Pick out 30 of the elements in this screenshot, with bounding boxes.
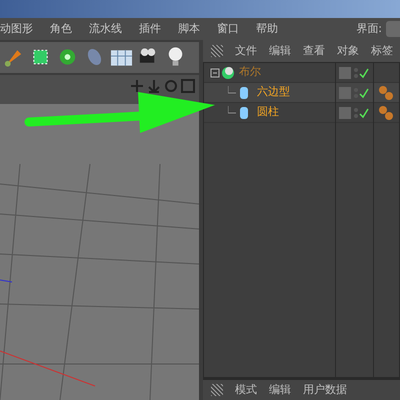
boole-icon	[210, 66, 236, 80]
menu-item[interactable]: 流水线	[89, 20, 131, 38]
object-name[interactable]: 布尔	[238, 64, 261, 81]
menu-item[interactable]: 编辑	[269, 382, 291, 398]
menu-item[interactable]: 编辑	[269, 42, 291, 60]
grip-icon[interactable]	[211, 384, 223, 396]
menu-item[interactable]: 用户数据	[303, 382, 347, 398]
menu-item[interactable]: 帮助	[256, 20, 287, 38]
menu-item[interactable]: 标签	[371, 42, 393, 60]
menu-item[interactable]: 角色	[50, 20, 81, 38]
menu-item[interactable]: 窗口	[217, 20, 248, 38]
enabled-check-icon[interactable]	[339, 66, 369, 80]
move-icon[interactable]	[130, 78, 144, 93]
layout-label: 界面:	[356, 20, 382, 37]
enabled-check-icon[interactable]	[339, 106, 369, 120]
enabled-check-icon[interactable]	[339, 86, 369, 100]
menu-item[interactable]: 插件	[139, 20, 170, 38]
menu-item[interactable]: 文件	[235, 42, 257, 60]
menu-item[interactable]: 模式	[235, 382, 257, 398]
menu-item[interactable]: 脚本	[178, 20, 209, 38]
tag-icon[interactable]	[378, 84, 394, 100]
arrow-down-icon[interactable]	[147, 78, 161, 93]
menu-item[interactable]: 动图形	[0, 20, 42, 38]
object-name[interactable]: 圆柱	[256, 104, 279, 121]
tag-icon[interactable]	[378, 104, 394, 120]
menu-item[interactable]: 查看	[303, 42, 325, 60]
grip-icon[interactable]	[211, 45, 223, 57]
menu-item[interactable]: 对象	[337, 42, 359, 60]
window-icon[interactable]	[181, 78, 195, 93]
rotate-icon[interactable]	[164, 78, 178, 93]
